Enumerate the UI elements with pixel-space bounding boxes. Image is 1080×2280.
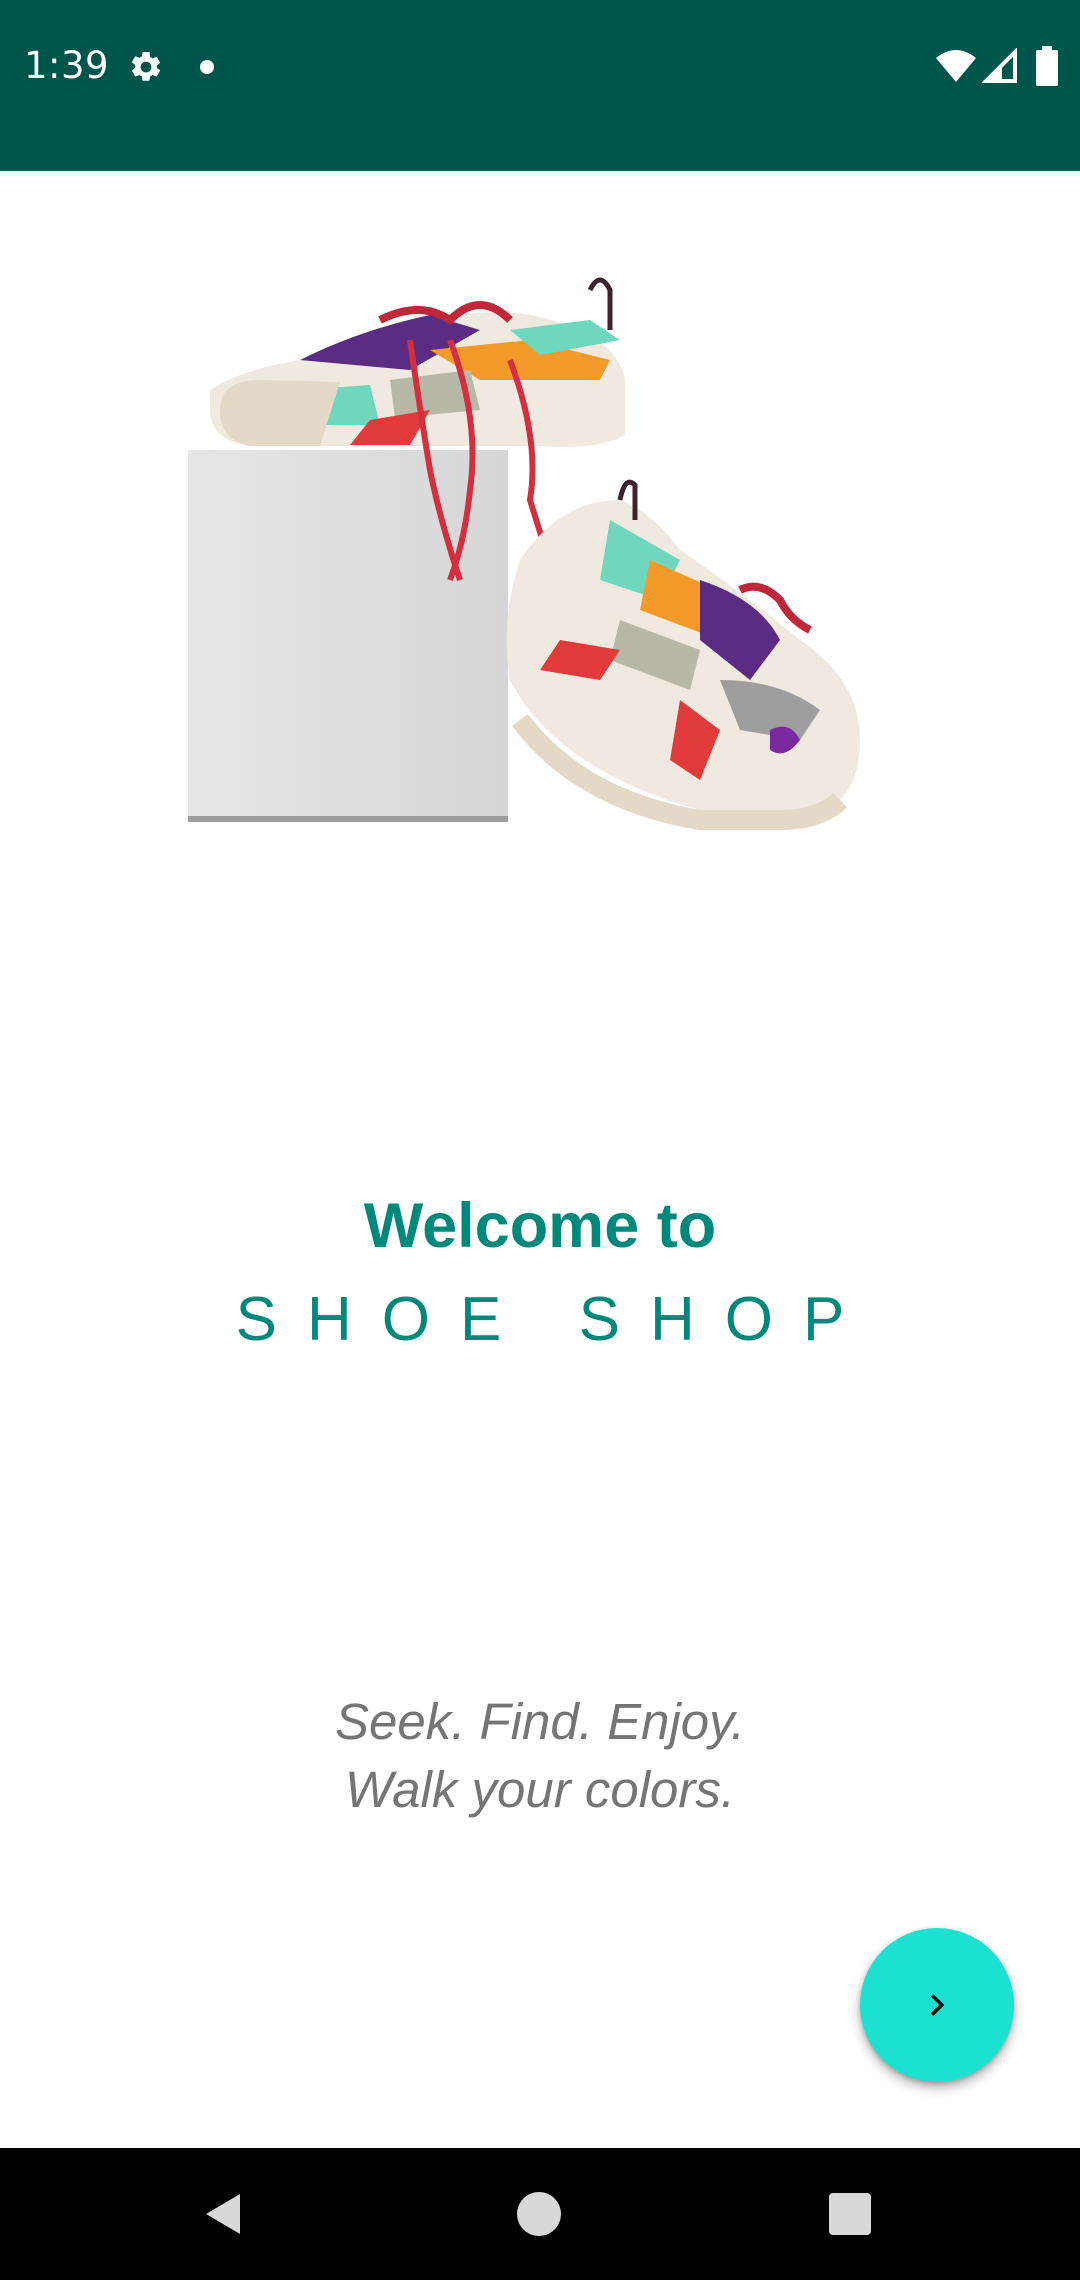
chevron-right-icon [930, 1994, 945, 2016]
battery-icon [1036, 46, 1058, 86]
sneakers-on-box-illustration [188, 277, 860, 830]
navigation-bar [0, 2148, 1080, 2280]
notification-dot-icon [200, 60, 214, 74]
status-bar: 1:39 [0, 0, 1080, 171]
tagline-line-2: Walk your colors. [344, 1761, 736, 1818]
welcome-title: Welcome to [363, 1191, 717, 1261]
shop-name: SHOE SHOP [235, 1285, 875, 1354]
tagline-line-1: Seek. Find. Enjoy. [334, 1693, 746, 1750]
status-time: 1:39 [24, 44, 110, 87]
signal-icon [982, 48, 1017, 83]
back-icon[interactable] [200, 2190, 248, 2238]
recents-icon[interactable] [829, 2193, 871, 2235]
home-icon[interactable] [517, 2192, 561, 2236]
wifi-icon [936, 50, 976, 82]
next-button[interactable] [860, 1928, 1014, 2082]
gear-icon [131, 51, 161, 81]
